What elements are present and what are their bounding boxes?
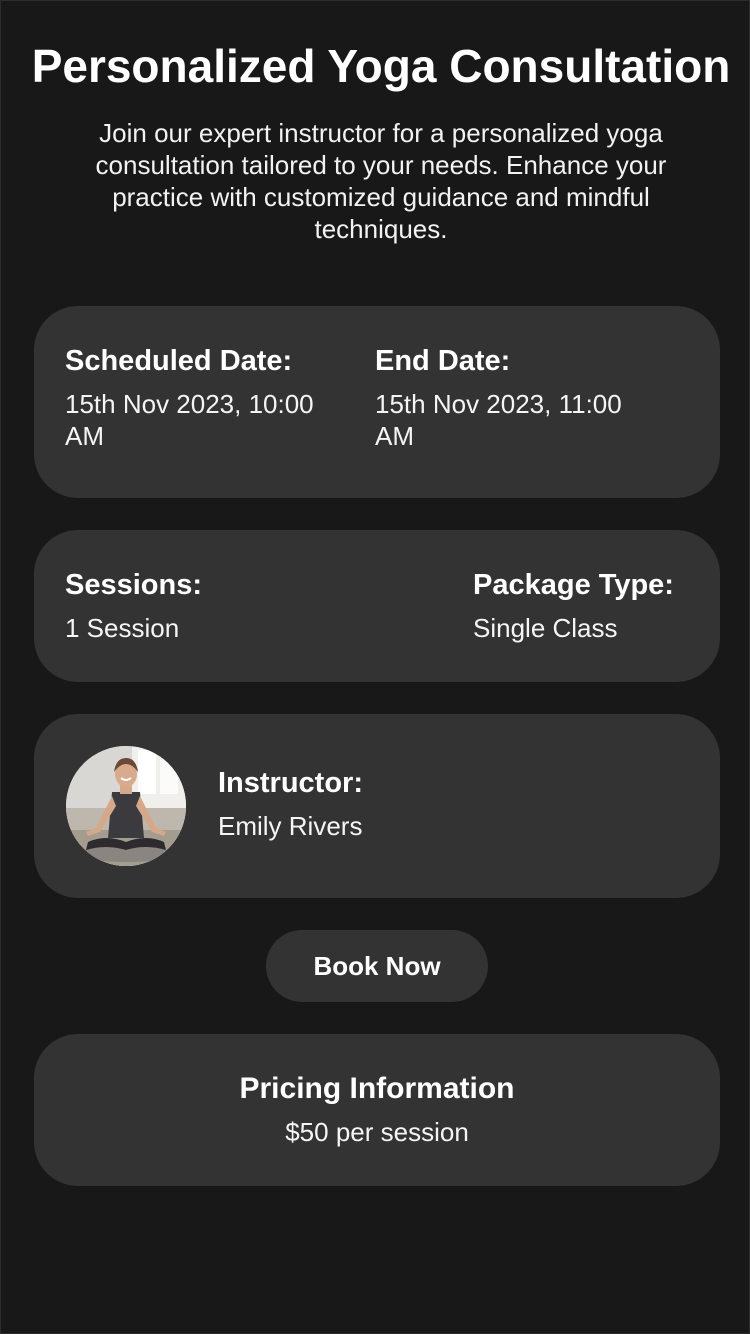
scheduled-date-label: Scheduled Date: [65,345,293,377]
page-description: Join our expert instructor for a persona… [95,118,667,244]
instructor-avatar [66,746,186,866]
schedule-card: Scheduled Date: 15th Nov 2023, 10:00 AM … [34,306,720,498]
end-date-field: End Date: 15th Nov 2023, 11:00 AM [375,344,665,452]
sessions-value: 1 Session [65,613,180,643]
page-title: Personalized Yoga Consultation [31,40,731,92]
package-type-field: Package Type: Single Class [473,568,713,644]
end-date-label: End Date: [375,345,511,377]
session-details-card: Sessions: 1 Session Package Type: Single… [34,530,720,682]
instructor-label: Instructor: [218,767,363,799]
pricing-value: $50 per session [285,1117,469,1147]
sessions-label: Sessions: [65,569,202,601]
pricing-title: Pricing Information [239,1072,515,1105]
instructor-photo-icon [66,746,186,866]
scheduled-date-field: Scheduled Date: 15th Nov 2023, 10:00 AM [65,344,355,452]
end-date-value: 15th Nov 2023, 11:00 AM [375,389,622,451]
pricing-card: Pricing Information $50 per session [34,1034,720,1186]
instructor-card: Instructor: Emily Rivers [34,714,720,898]
scheduled-date-value: 15th Nov 2023, 10:00 AM [65,389,314,451]
sessions-field: Sessions: 1 Session [65,568,365,644]
instructor-field: Instructor: Emily Rivers [218,766,618,842]
book-now-button[interactable]: Book Now [266,930,488,1002]
package-type-label: Package Type: [473,569,674,601]
app-screen: Personalized Yoga Consultation Join our … [0,0,750,1334]
package-type-value: Single Class [473,613,618,643]
instructor-name[interactable]: Emily Rivers [218,810,618,842]
